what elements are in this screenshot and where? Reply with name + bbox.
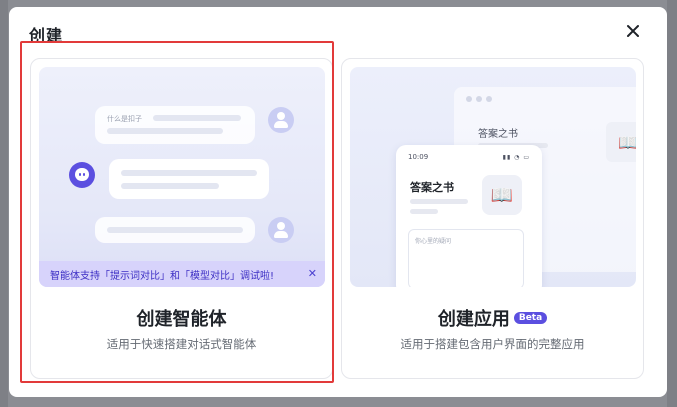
bubble-line [121,183,219,189]
bubble-line [107,227,243,233]
question-input: 你心里的疑问 [408,229,524,287]
feature-notice: 智能体支持「提示词对比」和「模型对比」调试啦! ✕ [39,261,325,287]
notice-text: 智能体支持「提示词对比」和「模型对比」调试啦! [50,270,275,282]
content-line [410,199,468,204]
beta-badge: Beta [513,312,548,324]
create-agent-card[interactable]: 什么是扣子 智能体支持「提示词对比」和「模型对比」调试啦! ✕ 创建智能体 适用… [30,58,333,379]
create-dialog: 创建 什么是扣子 智能体支持「提示词对比」和「模型对比」调试啦! ✕ 创建智能体… [9,7,667,397]
bubble-line [153,115,241,121]
window-title: 答案之书 [478,129,518,140]
status-icons: ▮▮ ◔ ▭ [502,154,530,161]
background-left [0,0,8,407]
answer-bubble [109,159,269,199]
bubble-line [121,170,257,176]
agent-preview: 什么是扣子 智能体支持「提示词对比」和「模型对比」调试啦! ✕ [39,67,325,287]
question-bubble: 什么是扣子 [95,106,255,144]
app-preview: 答案之书 📖 10:09 ▮▮ ◔ ▭ 答案之书 📖 你心里的疑问 [350,67,636,287]
input-placeholder: 你心里的疑问 [415,238,452,245]
phone-title: 答案之书 [410,181,454,194]
book-icon: 📖 [606,122,636,162]
user-avatar [268,217,294,243]
user-avatar [268,107,294,133]
window-dot [466,96,472,102]
window-dot [476,96,482,102]
window-dot [486,96,492,102]
phone-mockup: 10:09 ▮▮ ◔ ▭ 答案之书 📖 你心里的疑问 [396,145,542,287]
bot-avatar [69,162,95,188]
close-icon [627,25,639,37]
dialog-title: 创建 [29,26,64,45]
book-icon: 📖 [482,175,522,215]
agent-card-title: 创建智能体 [136,309,227,330]
bubble-line [107,128,223,134]
app-card-title: 创建应用 Beta [342,305,643,331]
background-right [667,0,677,407]
close-button[interactable] [624,22,642,40]
content-line [410,209,438,214]
notice-close-icon[interactable]: ✕ [308,267,317,280]
create-app-card[interactable]: 答案之书 📖 10:09 ▮▮ ◔ ▭ 答案之书 📖 你心里的疑问 创建应用 Be… [341,58,644,379]
agent-card-subtitle: 适用于快速搭建对话式智能体 [106,337,257,351]
app-card-subtitle: 适用于搭建包含用户界面的完整应用 [400,337,585,351]
question-text: 什么是扣子 [107,115,142,123]
question-bubble-2 [95,217,255,243]
phone-time: 10:09 [408,153,429,161]
app-card-title-text: 创建应用 [437,309,510,330]
